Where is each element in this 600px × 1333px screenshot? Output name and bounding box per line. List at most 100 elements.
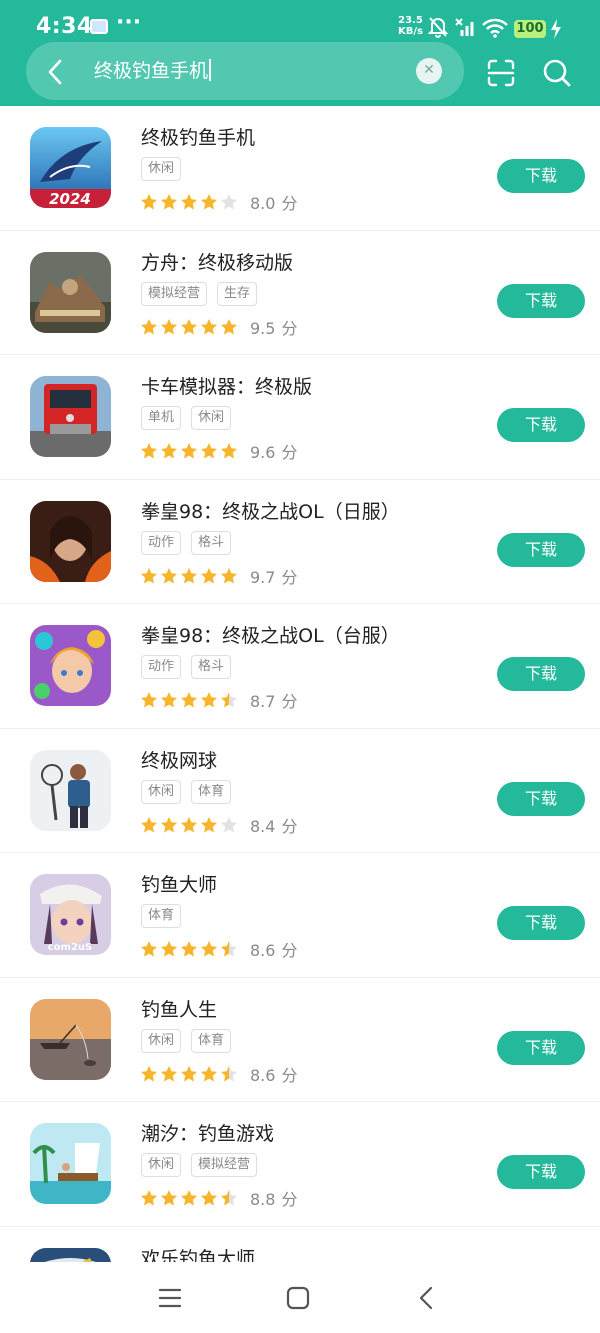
search-results-list: 2024 终极钓鱼手机 休闲 8.0 分下载 方舟：终极移动版 模拟经营 生存 9.5 分下载 卡车…	[0, 106, 600, 1262]
star-icon	[140, 193, 158, 211]
system-back-button[interactable]	[412, 1284, 440, 1312]
app-list-item[interactable]: 方舟：终极移动版 模拟经营 生存 9.5 分 下载	[0, 231, 600, 355]
app-list-item[interactable]: 钓鱼人生 休闲 体育 8.6 分 下载	[0, 978, 600, 1102]
home-button[interactable]	[284, 1284, 312, 1312]
star-icon	[220, 816, 238, 834]
app-list-item[interactable]: 终极网球 休闲 体育 8.4 分 下载	[0, 729, 600, 853]
download-button[interactable]: 下载	[497, 781, 585, 816]
star-icon	[220, 691, 238, 709]
app-rating: 8.8 分	[140, 1186, 297, 1210]
svg-text:2024: 2024	[49, 190, 91, 208]
app-name: 欢乐钓鱼大师	[141, 1247, 256, 1263]
clear-search-button[interactable]: ✕	[416, 58, 442, 84]
download-button[interactable]: 下载	[497, 1030, 585, 1065]
status-time: 4:34	[36, 14, 93, 39]
download-button[interactable]: 下载	[497, 532, 585, 567]
home-square-icon	[286, 1286, 310, 1310]
category-tag: 生存	[217, 281, 258, 306]
app-list-item[interactable]: 潮汐：钓鱼游戏 休闲 模拟经营 8.8 分 下载	[0, 1102, 600, 1227]
app-icon[interactable]	[30, 251, 111, 333]
app-list-item[interactable]: 拳皇98：终极之战OL（台服） 动作 格斗 8.7 分 下载	[0, 604, 600, 729]
rating-score-value: 9.5	[250, 318, 276, 338]
star-icon	[180, 940, 198, 958]
search-bar	[26, 42, 464, 100]
app-icon[interactable]	[30, 1247, 111, 1262]
search-button[interactable]	[542, 58, 572, 88]
app-list-item[interactable]: 欢乐钓鱼大师	[0, 1227, 600, 1263]
star-icon	[160, 816, 178, 834]
rating-score: 8.0 分	[250, 190, 297, 214]
star-icon	[180, 567, 198, 585]
star-icon	[160, 442, 178, 460]
app-name: 钓鱼大师	[141, 874, 218, 896]
scan-icon	[487, 59, 515, 87]
close-icon: ✕	[423, 62, 435, 78]
app-icon[interactable]: 2024	[30, 127, 111, 208]
category-tag: 动作	[141, 655, 182, 679]
star-icon	[140, 1189, 158, 1207]
app-rating: 8.6 分	[140, 937, 297, 961]
rating-score-unit: 分	[281, 816, 298, 836]
app-list-item[interactable]: 卡车模拟器：终极版 单机 休闲 9.6 分 下载	[0, 355, 600, 480]
category-tag: 单机	[141, 406, 182, 430]
rating-score-value: 8.4	[250, 816, 276, 836]
more-notifications-icon: ···	[116, 10, 142, 35]
app-name: 拳皇98：终极之战OL（日服）	[141, 500, 400, 523]
star-icon	[220, 567, 238, 585]
star-icon	[180, 816, 198, 834]
app-icon[interactable]	[30, 376, 111, 457]
rating-score: 9.5 分	[250, 315, 297, 339]
app-list-item[interactable]: 2024 终极钓鱼手机 休闲 8.0 分 下载	[0, 106, 600, 231]
star-icon	[180, 691, 198, 709]
download-button[interactable]: 下载	[497, 657, 585, 691]
star-icon	[220, 1189, 238, 1207]
star-icon	[140, 1065, 158, 1083]
app-tags: 动作 格斗	[141, 530, 232, 555]
app-name: 潮汐：钓鱼游戏	[141, 1123, 275, 1145]
rating-score: 9.6 分	[250, 439, 297, 463]
category-tag: 模拟经营	[141, 281, 208, 306]
star-icon	[140, 691, 158, 709]
search-input[interactable]: 终极钓鱼手机	[94, 58, 211, 84]
star-icon	[200, 567, 218, 585]
top-header: 4:34 ··· 23.5 KB/s 100 终极钓鱼手机 ✕	[0, 0, 600, 106]
back-button[interactable]	[40, 56, 72, 88]
text-caret	[209, 59, 211, 81]
app-icon[interactable]	[30, 500, 111, 582]
download-button[interactable]: 下载	[497, 408, 585, 442]
star-icon	[180, 442, 198, 460]
app-icon[interactable]	[30, 998, 111, 1080]
scan-button[interactable]	[486, 58, 516, 88]
app-name: 方舟：终极移动版	[141, 251, 294, 274]
rating-score: 9.7 分	[250, 564, 297, 588]
app-tags: 模拟经营 生存	[141, 281, 258, 306]
download-button[interactable]: 下载	[497, 159, 585, 193]
rating-score: 8.7 分	[250, 688, 297, 712]
app-icon[interactable]	[30, 1123, 111, 1204]
star-icon	[160, 940, 178, 958]
star-icon	[200, 816, 218, 834]
app-list-item[interactable]: 拳皇98：终极之战OL（日服） 动作 格斗 9.7 分 下载	[0, 480, 600, 604]
app-icon[interactable]	[30, 749, 111, 831]
rating-score-unit: 分	[281, 1065, 298, 1085]
star-icon	[200, 940, 218, 958]
menu-button[interactable]	[156, 1284, 184, 1312]
app-tags: 体育	[141, 904, 182, 928]
menu-icon	[158, 1288, 182, 1308]
download-button[interactable]: 下载	[497, 906, 585, 940]
star-icon	[140, 318, 158, 336]
app-list-item[interactable]: com2uS 钓鱼大师体育 8.6 分 下载	[0, 853, 600, 978]
rating-score: 8.6 分	[250, 1062, 297, 1086]
app-icon[interactable]	[30, 625, 111, 706]
rating-score-value: 8.6	[250, 1065, 276, 1085]
category-tag: 体育	[141, 904, 182, 928]
star-icon	[180, 1065, 198, 1083]
download-button[interactable]: 下载	[497, 1155, 585, 1189]
search-query: 终极钓鱼手机	[94, 60, 209, 82]
rating-score: 8.8 分	[250, 1186, 297, 1210]
app-name: 钓鱼人生	[141, 998, 218, 1021]
app-icon[interactable]: com2uS	[30, 874, 111, 955]
rating-score-unit: 分	[281, 194, 298, 213]
download-button[interactable]: 下载	[497, 283, 585, 318]
message-notification-icon	[90, 19, 108, 34]
